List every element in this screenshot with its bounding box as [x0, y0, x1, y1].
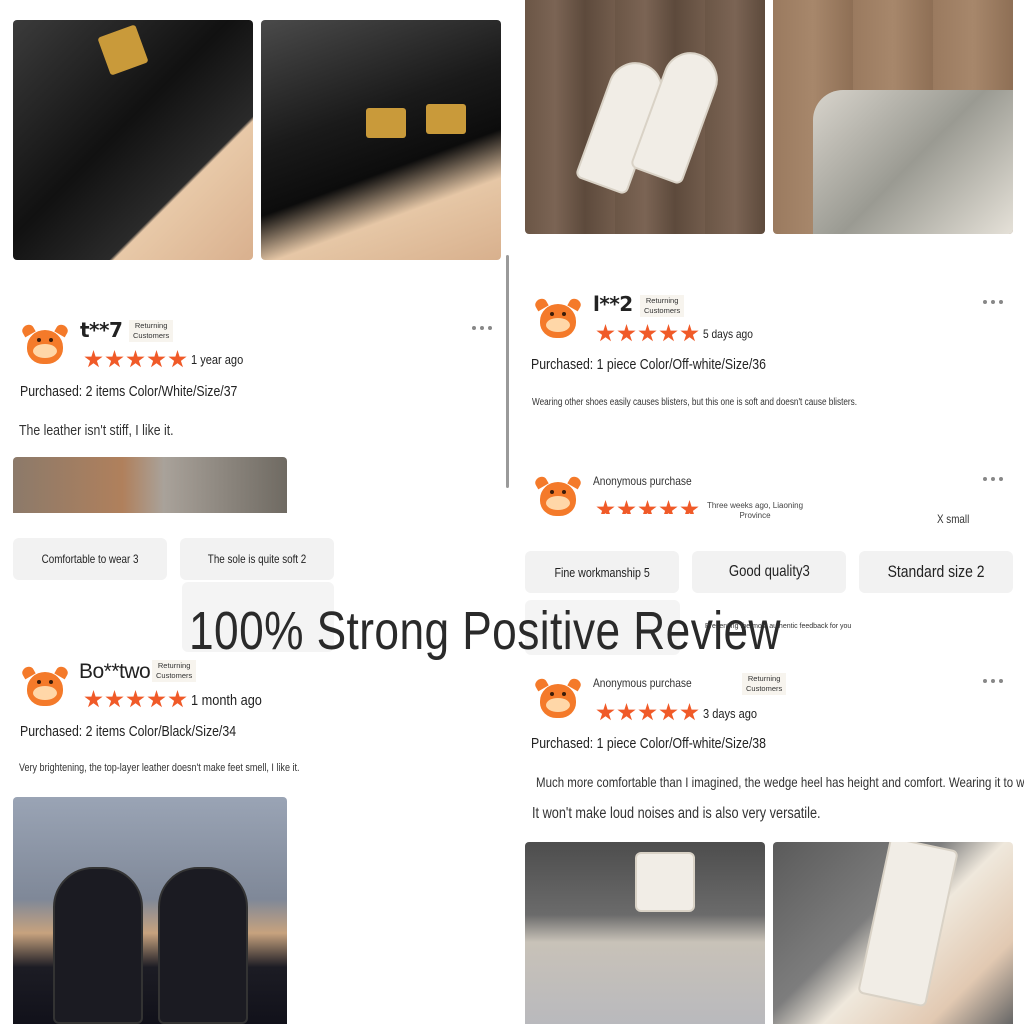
more-options-icon[interactable] — [472, 326, 492, 330]
review-photo-white-mules-1[interactable] — [525, 0, 765, 234]
returning-customer-badge: Returning Customers — [152, 660, 197, 682]
star-icon — [596, 500, 615, 514]
avatar — [20, 664, 70, 710]
star-icon — [84, 350, 103, 368]
size-note: X small — [937, 512, 970, 526]
tag-sole-soft[interactable]: The sole is quite soft 2 — [180, 538, 334, 580]
sandal-graphic — [158, 867, 248, 1024]
review-photo-tile[interactable] — [13, 457, 287, 513]
review-photo-white-slide-1[interactable] — [525, 842, 765, 1024]
star-icon — [659, 324, 678, 342]
purchase-info: Purchased: 1 piece Color/Off-white/Size/… — [531, 735, 766, 752]
tag-workmanship[interactable]: Fine workmanship 5 — [525, 551, 679, 593]
scrollbar[interactable] — [506, 255, 509, 488]
reviewer-name: t**7 — [80, 318, 123, 342]
star-icon — [596, 324, 615, 342]
star-icon — [680, 703, 699, 721]
star-icon — [126, 350, 145, 368]
review-photo-white-slide-2[interactable] — [773, 842, 1013, 1024]
review-time: 1 year ago — [191, 352, 244, 367]
star-rating — [596, 703, 699, 723]
avatar — [533, 296, 583, 342]
shoe-graphic — [857, 842, 959, 1008]
reviewer-name: Bo**two — [79, 660, 151, 683]
review-text-line-1: Much more comfortable than I imagined, t… — [536, 774, 1024, 790]
star-icon — [147, 690, 166, 708]
star-icon — [617, 703, 636, 721]
returning-customer-badge: Returning Customers — [640, 295, 685, 317]
star-icon — [659, 703, 678, 721]
returning-customer-badge: Returning Customers — [129, 320, 174, 342]
review-photo-black-shoe-1[interactable] — [13, 20, 253, 260]
star-icon — [168, 690, 187, 708]
star-icon — [638, 324, 657, 342]
star-icon — [84, 690, 103, 708]
review-text-line-2: It won't make loud noises and is also ve… — [532, 805, 821, 822]
star-icon — [147, 350, 166, 368]
tag-quality[interactable]: Good quality3 — [692, 551, 846, 593]
star-rating — [84, 350, 187, 370]
review-time: 5 days ago — [703, 327, 753, 341]
returning-customer-badge: Returning Customers — [742, 673, 787, 695]
review-text: The leather isn't stiff, I like it. — [19, 422, 174, 439]
reviewer-name: Anonymous purchase — [593, 676, 692, 690]
avatar — [533, 676, 583, 722]
buckle-graphic — [366, 108, 406, 138]
more-options-icon[interactable] — [983, 300, 1003, 304]
star-rating — [596, 324, 699, 344]
buckle-graphic — [97, 24, 149, 76]
overlay-subtitle: Presenting the most authentic feedback f… — [705, 623, 852, 630]
purchase-info: Purchased: 2 items Color/Black/Size/34 — [20, 723, 237, 740]
reviewer-name: Anonymous purchase — [593, 474, 692, 488]
review-photo-white-mules-2[interactable] — [773, 0, 1013, 234]
purchase-info: Purchased: 1 piece Color/Off-white/Size/… — [531, 356, 766, 373]
star-icon — [168, 350, 187, 368]
review-photo-black-sandals[interactable] — [13, 797, 287, 1024]
star-rating — [596, 500, 699, 514]
review-text: Very brightening, the top-layer leather … — [19, 762, 300, 774]
avatar — [20, 322, 70, 368]
reviewer-name: l**2 — [593, 292, 633, 316]
pants-graphic — [813, 90, 1013, 234]
star-icon — [126, 690, 145, 708]
tag-comfortable[interactable]: Comfortable to wear 3 — [13, 538, 167, 580]
overlay-title: 100% Strong Positive Review — [189, 601, 781, 661]
review-time: 1 month ago — [191, 692, 262, 709]
star-icon — [617, 324, 636, 342]
more-options-icon[interactable] — [983, 679, 1003, 683]
avatar — [533, 474, 583, 520]
star-icon — [638, 703, 657, 721]
star-icon — [105, 350, 124, 368]
star-icon — [596, 703, 615, 721]
star-rating — [84, 690, 187, 710]
review-time: Three weeks ago, Liaoning Province — [706, 501, 804, 520]
purchase-info: Purchased: 2 items Color/White/Size/37 — [20, 383, 238, 400]
shoe-graphic — [635, 852, 695, 912]
review-text: Wearing other shoes easily causes bliste… — [532, 397, 858, 408]
buckle-graphic — [426, 104, 466, 134]
star-icon — [680, 324, 699, 342]
star-icon — [680, 500, 699, 514]
more-options-icon[interactable] — [983, 477, 1003, 481]
star-icon — [638, 500, 657, 514]
star-icon — [617, 500, 636, 514]
tag-standard-size[interactable]: Standard size 2 — [859, 551, 1013, 593]
review-time: 3 days ago — [703, 706, 758, 721]
star-icon — [659, 500, 678, 514]
star-icon — [105, 690, 124, 708]
sandal-graphic — [53, 867, 143, 1024]
review-photo-black-shoe-2[interactable] — [261, 20, 501, 260]
